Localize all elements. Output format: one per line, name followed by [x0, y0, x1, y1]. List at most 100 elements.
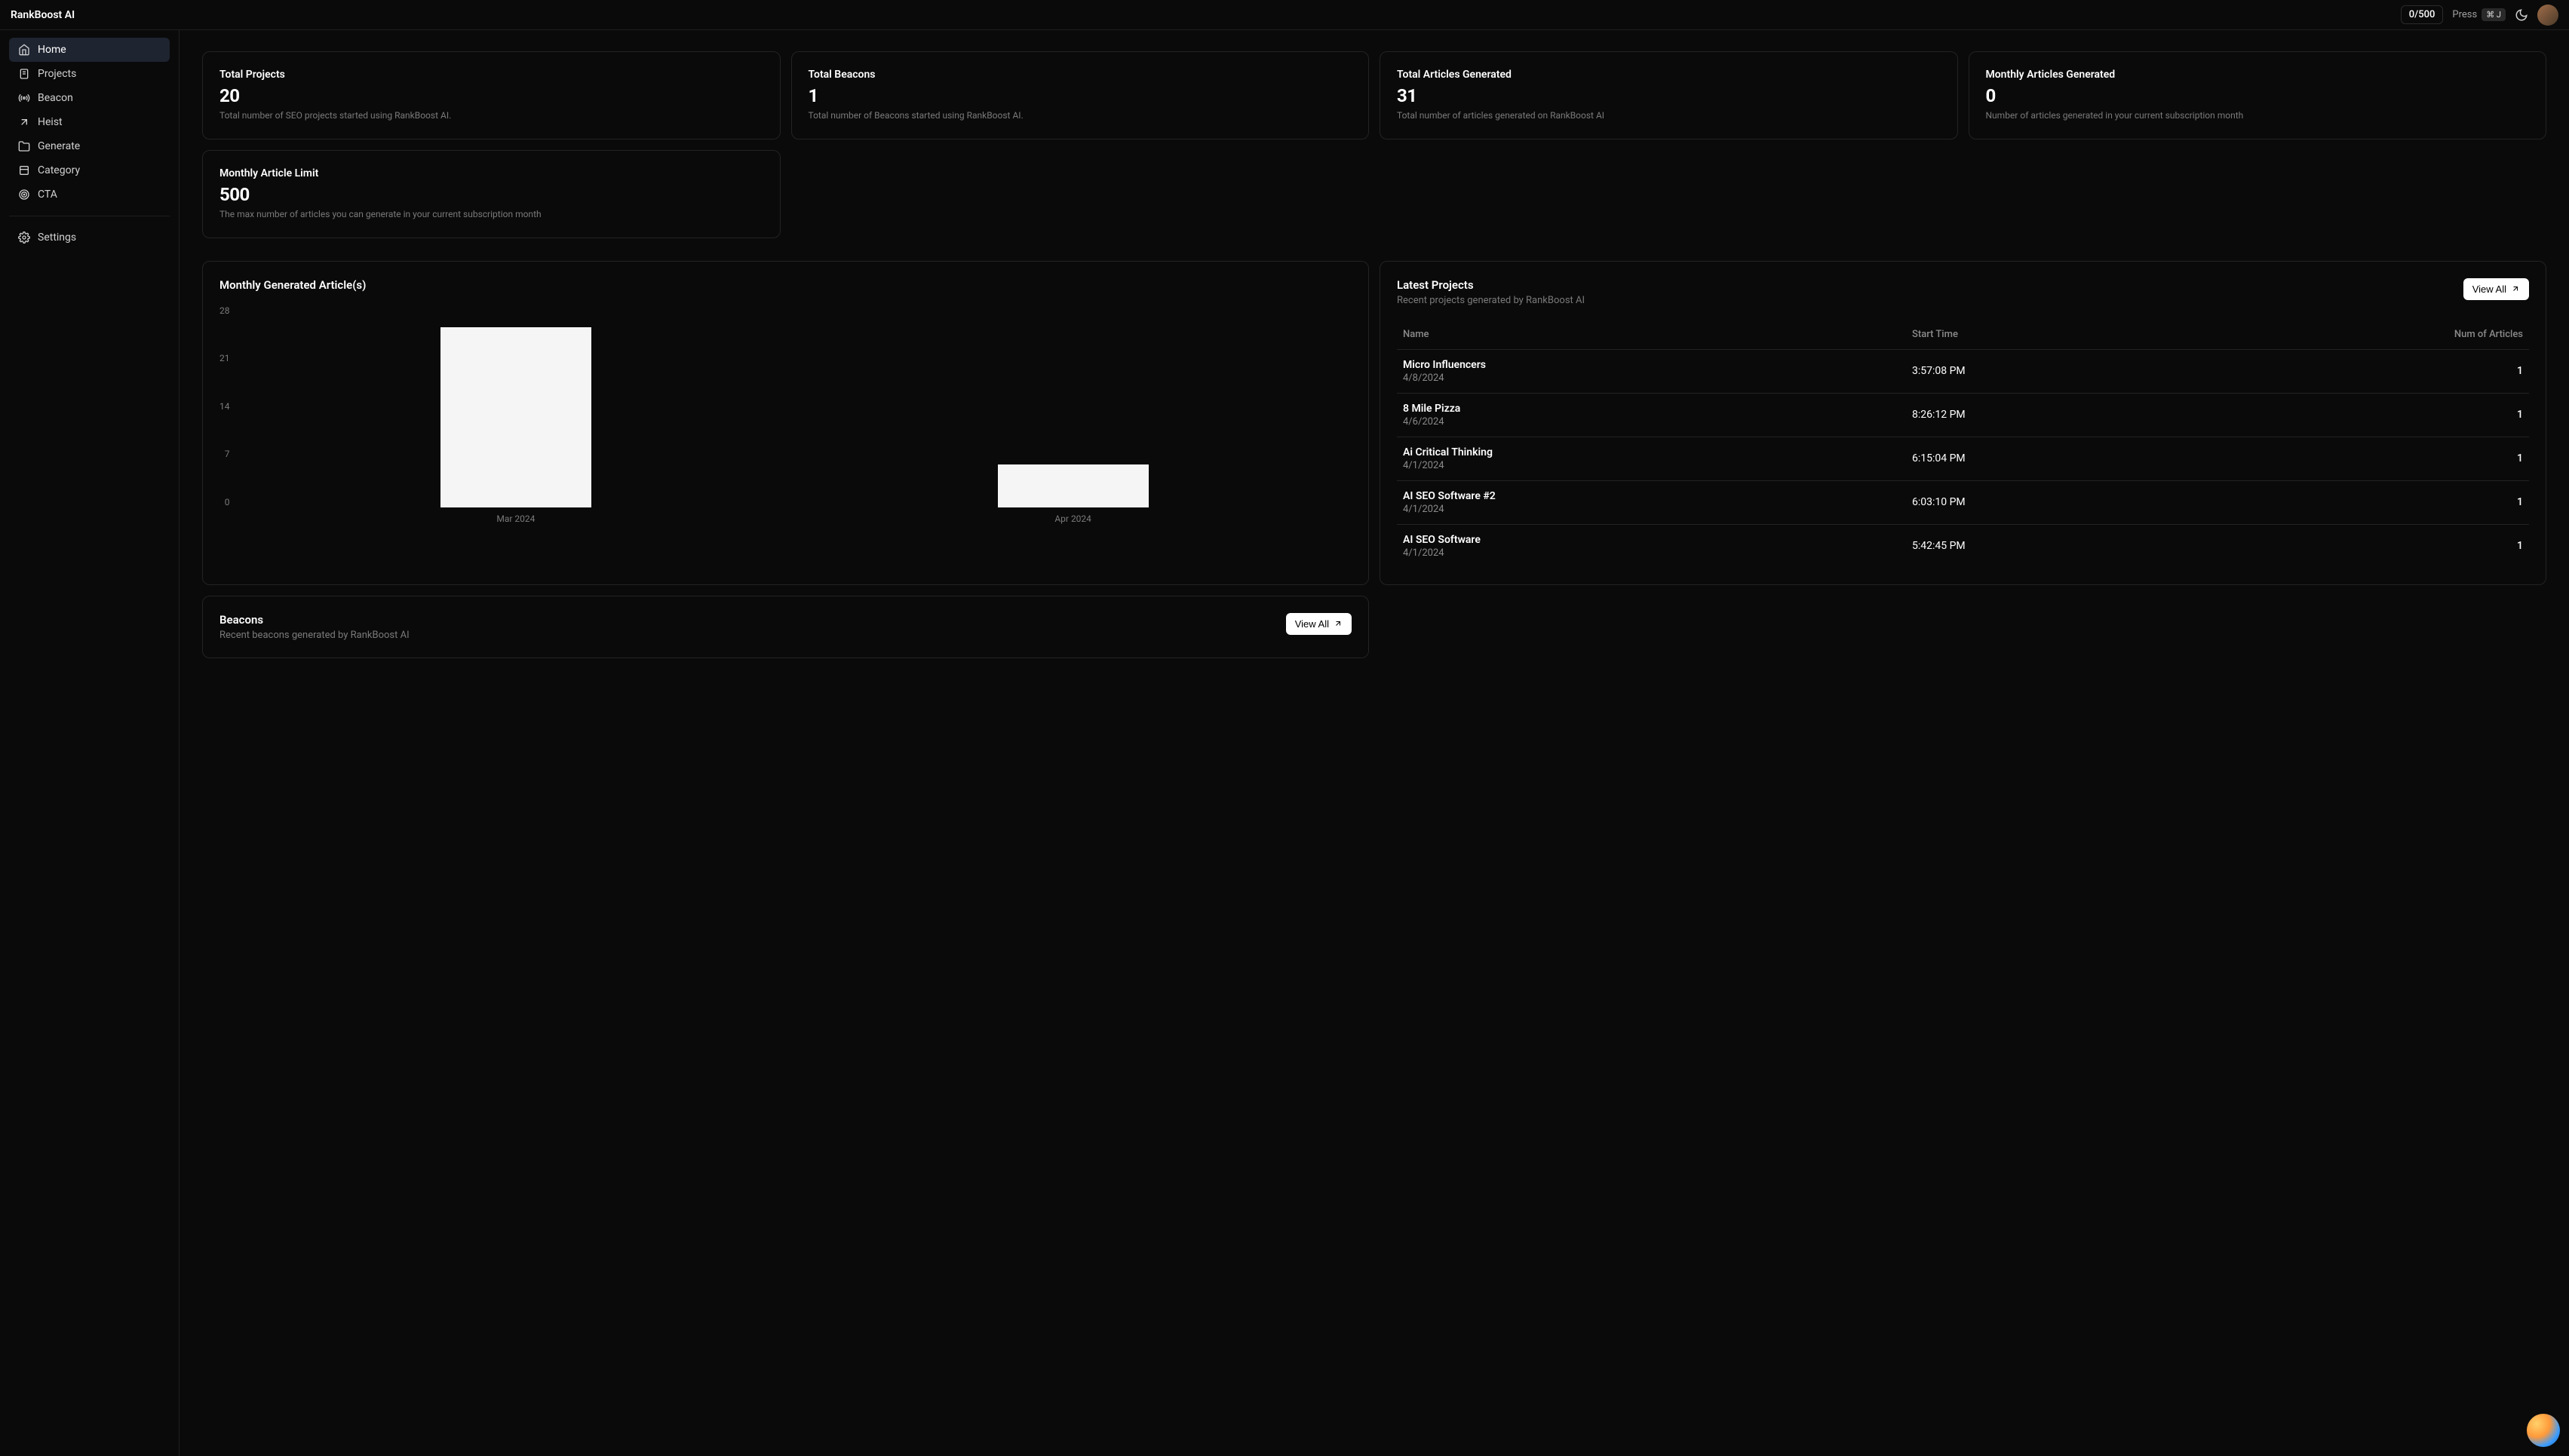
table-row[interactable]: AI SEO Software4/1/20245:42:45 PM1 [1397, 524, 2529, 568]
stat2-card-0: Monthly Article Limit 500 The max number o… [202, 150, 781, 238]
command-hint[interactable]: Press ⌘ J [2452, 8, 2506, 21]
col-start: Start Time [1912, 329, 2269, 340]
y-tick: 0 [225, 497, 230, 507]
beacons-subtitle: Recent beacons generated by RankBoost AI [219, 630, 410, 641]
y-tick: 21 [219, 353, 230, 363]
stat-title: Total Beacons [809, 69, 1352, 81]
radar-icon [18, 92, 30, 104]
row-date: 4/1/2024 [1403, 460, 1912, 471]
row-name: Ai Critical Thinking [1403, 446, 1912, 458]
row-time: 8:26:12 PM [1912, 409, 2269, 421]
sidebar-item-projects[interactable]: Projects [9, 62, 170, 86]
row-name: Micro Influencers [1403, 359, 1912, 371]
document-icon [18, 68, 30, 80]
row-date: 4/1/2024 [1403, 504, 1912, 515]
table-row[interactable]: 8 Mile Pizza4/6/20248:26:12 PM1 [1397, 393, 2529, 437]
stat-card-3: Monthly Articles Generated 0 Number of art… [1969, 51, 2547, 139]
sidebar-item-category[interactable]: Category [9, 158, 170, 182]
stat-title: Total Projects [219, 69, 763, 81]
stat-desc: Total number of articles generated on Ra… [1397, 109, 1941, 122]
sidebar-item-label: Generate [38, 140, 80, 152]
sidebar-item-heist[interactable]: Heist [9, 110, 170, 134]
row-time: 6:15:04 PM [1912, 452, 2269, 464]
view-all-label: View All [2472, 284, 2506, 295]
layers-icon [18, 164, 30, 176]
col-num: Num of Articles [2269, 329, 2524, 340]
stat-desc: Total number of Beacons started using Ra… [809, 109, 1352, 122]
stat-value: 500 [219, 184, 763, 205]
row-num: 1 [2269, 452, 2524, 464]
sidebar-item-beacon[interactable]: Beacon [9, 86, 170, 110]
row-date: 4/1/2024 [1403, 547, 1912, 559]
bar-label: Apr 2024 [1054, 513, 1091, 524]
chat-widget-avatar[interactable] [2527, 1414, 2560, 1447]
stat-value: 0 [1986, 85, 2530, 106]
sidebar-item-home[interactable]: Home [9, 38, 170, 62]
row-num: 1 [2269, 409, 2524, 421]
projects-subtitle: Recent projects generated by RankBoost A… [1397, 295, 1585, 306]
beacons-title: Beacons [219, 613, 410, 627]
row-num: 1 [2269, 540, 2524, 552]
sidebar-item-cta[interactable]: CTA [9, 182, 170, 207]
row-name: AI SEO Software [1403, 534, 1912, 546]
command-key: ⌘ J [2482, 8, 2506, 21]
row-date: 4/8/2024 [1403, 372, 1912, 384]
stat-value: 31 [1397, 85, 1941, 106]
stat-desc: Number of articles generated in your cur… [1986, 109, 2530, 122]
stat-card-2: Total Articles Generated31Total number o… [1380, 51, 1958, 139]
y-tick: 14 [219, 401, 230, 412]
bar-col: Mar 2024 [253, 305, 780, 524]
row-name: 8 Mile Pizza [1403, 403, 1912, 415]
row-date: 4/6/2024 [1403, 416, 1912, 428]
y-tick: 28 [219, 305, 230, 316]
sidebar-item-label: CTA [38, 189, 57, 201]
beacons-panel: Beacons Recent beacons generated by Rank… [202, 596, 1369, 658]
stat-title: Monthly Article Limit [219, 167, 763, 179]
folder-icon [18, 140, 30, 152]
bar[interactable] [440, 327, 591, 507]
sidebar-item-generate[interactable]: Generate [9, 134, 170, 158]
arrow-up-right-icon [2511, 284, 2520, 293]
stat-value: 1 [809, 85, 1352, 106]
chart-title: Monthly Generated Article(s) [219, 278, 1352, 292]
main-content: Total Projects 20 Total number of SEO proj… [180, 0, 2569, 1456]
y-tick: 7 [225, 449, 230, 459]
stat-card-0: Total Projects 20 Total number of SEO proj… [202, 51, 781, 139]
view-all-projects-button[interactable]: View All [2463, 278, 2529, 300]
stat-title: Monthly Articles Generated [1986, 69, 2530, 81]
table-row[interactable]: Micro Influencers4/8/20243:57:08 PM1 [1397, 349, 2529, 393]
stat-card-1: Total Beacons 1 Total number of Beacons st… [791, 51, 1370, 139]
row-num: 1 [2269, 496, 2524, 508]
bar-col: Apr 2024 [809, 305, 1337, 524]
press-label: Press [2452, 9, 2477, 20]
projects-title: Latest Projects [1397, 278, 1585, 292]
view-all-beacons-button[interactable]: View All [1286, 613, 1352, 635]
avatar[interactable] [2537, 5, 2558, 26]
sidebar-item-settings[interactable]: Settings [9, 225, 170, 250]
usage-badge[interactable]: 0/500 [2401, 5, 2444, 24]
theme-toggle-icon[interactable] [2515, 8, 2528, 22]
col-name: Name [1403, 329, 1912, 340]
bar-label: Mar 2024 [496, 513, 535, 524]
brand: RankBoost AI [11, 9, 75, 21]
sidebar-item-label: Beacon [38, 92, 73, 104]
row-name: AI SEO Software #2 [1403, 490, 1912, 502]
bar-chart: 28 21 14 7 0 Mar 2024 Apr 2024 [219, 305, 1352, 524]
stat-desc: The max number of articles you can gener… [219, 208, 763, 221]
settings-icon [18, 231, 30, 244]
home-icon [18, 44, 30, 56]
sidebar-item-label: Settings [38, 231, 76, 244]
stat-desc: Total number of SEO projects started usi… [219, 109, 763, 122]
sidebar-item-label: Home [38, 44, 66, 56]
table-row[interactable]: Ai Critical Thinking 4/1/20246:15:04 PM1 [1397, 437, 2529, 480]
bar[interactable] [998, 464, 1149, 507]
projects-panel: Latest Projects Recent projects generate… [1380, 261, 2546, 585]
arrow-up-right-icon [1334, 619, 1343, 628]
row-time: 3:57:08 PM [1912, 365, 2269, 377]
stat-value: 20 [219, 85, 763, 106]
sidebar-item-label: Heist [38, 116, 63, 128]
chart-panel: Monthly Generated Article(s) 28 21 14 7 0 Ma… [202, 261, 1369, 585]
target-icon [18, 189, 30, 201]
row-num: 1 [2269, 365, 2524, 377]
table-row[interactable]: AI SEO Software #24/1/20246:03:10 PM1 [1397, 480, 2529, 524]
